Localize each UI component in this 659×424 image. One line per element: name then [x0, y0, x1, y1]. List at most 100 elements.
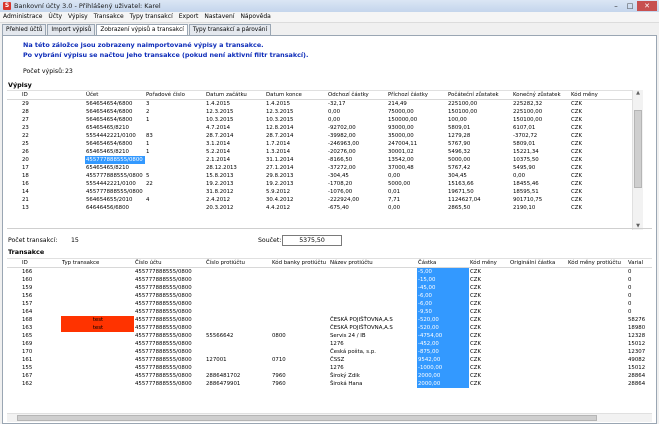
table-cell: 159: [22, 285, 33, 291]
table-cell: -520,00: [417, 316, 469, 324]
table-cell: 0,00: [328, 109, 341, 115]
column-header[interactable]: Částka: [417, 259, 469, 267]
table-row[interactable]: 169 455777888555/0800 1276 -452,00 CZK 15012: [7, 340, 652, 348]
table-cell: 564654655/2010: [86, 197, 133, 203]
table-cell: 37000,48: [388, 165, 414, 171]
column-header[interactable]: Kód měny: [469, 259, 509, 267]
column-header[interactable]: ID: [21, 91, 85, 99]
statements-scroll-thumb[interactable]: [634, 110, 642, 188]
maximize-icon[interactable]: □: [623, 1, 637, 11]
table-row[interactable]: 27 564654654/6800 1 10.3.2015 10.3.2015 0,00 1…: [7, 116, 632, 124]
table-row[interactable]: 164 455777888555/0800 -9,50 CZK 0: [7, 308, 652, 316]
menu-item-5[interactable]: Export: [176, 12, 202, 22]
table-row[interactable]: 29 564654654/6800 3 1.4.2015 1.4.2015 -32,17 2…: [7, 100, 632, 108]
table-row[interactable]: 26 65465465/8210 1 5.2.2014 1.3.2014 -20276,0…: [7, 148, 632, 156]
table-row[interactable]: 21 564654655/2010 4 2.4.2012 30.4.2012 -22292…: [7, 196, 632, 204]
table-row[interactable]: 160 455777888555/0800 -15,00 CZK 0: [7, 276, 652, 284]
table-row[interactable]: 16 5554442221/0100 22 19.2.2013 19.2.2013 -17…: [7, 180, 632, 188]
menu-item-6[interactable]: Nastavení: [201, 12, 237, 22]
statements-grid[interactable]: ID Účet Pořadové číslo Datum začátku Datum k…: [7, 90, 632, 231]
column-header[interactable]: Konečný zůstatek: [512, 91, 570, 99]
table-row[interactable]: 170 455777888555/0800 Česká pošta, s.p. -87…: [7, 348, 652, 356]
table-row[interactable]: 157 455777888555/0800 -6,00 CZK 0: [7, 300, 652, 308]
menu-item-0[interactable]: Administrace: [0, 12, 45, 22]
table-row[interactable]: 167 455777888555/0800 2886481702 7960 Široký…: [7, 372, 652, 380]
table-row[interactable]: 13 64646456/6800 20.3.2012 4.4.2012 -675,40 0…: [7, 204, 632, 212]
table-row[interactable]: 161 455777888555/0800 127001 0710 ČSSZ 9542,0…: [7, 356, 652, 364]
table-row[interactable]: 163 test 455777888555/0800 ČESKÁ POJIŠŤOVNA…: [7, 324, 652, 332]
table-row[interactable]: 166 455777888555/0800 -5,00 CZK 0: [7, 268, 652, 276]
table-cell: test: [61, 316, 134, 324]
column-header[interactable]: Kód měny: [570, 91, 630, 99]
table-cell: CZK: [571, 157, 582, 163]
column-header[interactable]: Originální částka: [509, 259, 567, 267]
table-cell: 168: [22, 317, 33, 323]
table-row[interactable]: 18 455777888555/0800 5 15.8.2013 29.8.2013 -3…: [7, 172, 632, 180]
menu-item-3[interactable]: Transakce: [91, 12, 127, 22]
column-header[interactable]: Varial: [627, 259, 652, 267]
table-cell: -37272,00: [328, 165, 356, 171]
table-row[interactable]: 162 455777888555/0800 2886479901 7960 Široká…: [7, 380, 652, 388]
close-icon[interactable]: ✕: [637, 1, 657, 11]
menu-item-2[interactable]: Výpisy: [65, 12, 91, 22]
sum-label: Součet:: [258, 237, 282, 244]
column-header[interactable]: Kód banky protiúčtu: [271, 259, 329, 267]
column-header[interactable]: Pořadové číslo: [145, 91, 205, 99]
column-header[interactable]: Kód měny protiúčtu: [567, 259, 627, 267]
column-header[interactable]: Číslo účtu: [134, 259, 205, 267]
scroll-up-icon[interactable]: ▲: [633, 90, 643, 97]
tab-0[interactable]: Přehled účtů: [2, 24, 47, 35]
table-cell: -15,00: [417, 276, 469, 284]
column-header[interactable]: Počáteční zůstatek: [447, 91, 512, 99]
table-row[interactable]: 22 5554442221/0100 83 28.7.2014 28.7.2014 -39…: [7, 132, 632, 140]
table-row[interactable]: 17 65465465/8210 28.12.2013 27.1.2014 -37272…: [7, 164, 632, 172]
column-header[interactable]: Číslo protiúčtu: [205, 259, 271, 267]
table-cell: [567, 348, 627, 356]
transactions-horizontal-scrollbar[interactable]: [7, 413, 652, 422]
table-row[interactable]: 159 455777888555/0800 -45,00 CZK 0: [7, 284, 652, 292]
table-cell: CZK: [470, 373, 481, 379]
table-cell: [509, 316, 567, 324]
table-cell: 15012: [628, 365, 646, 371]
transactions-scroll-thumb[interactable]: [17, 415, 597, 421]
table-cell: -32,17: [328, 101, 346, 107]
table-row[interactable]: 25 564654654/6800 1 3.1.2014 1.7.2014 -246963…: [7, 140, 632, 148]
transactions-grid[interactable]: ID Typ transakce Číslo účtu Číslo protiúčtu…: [7, 258, 652, 413]
statements-scrollbar[interactable]: ▲ ▼: [632, 90, 643, 230]
table-row[interactable]: 20 455777888555/0800 2.1.2014 31.1.2014 -816…: [7, 156, 632, 164]
table-row[interactable]: 23 65465465/8210 4.7.2014 12.8.2014 -92702,0…: [7, 124, 632, 132]
column-header[interactable]: Typ transakce: [61, 259, 134, 267]
column-header[interactable]: Účet: [85, 91, 145, 99]
table-cell: 214,49: [388, 101, 407, 107]
table-row[interactable]: 14 455777888555/0800 31.8.2012 5.9.2012 -107…: [7, 188, 632, 196]
table-cell: 30001,02: [388, 149, 414, 155]
column-header[interactable]: Odchozí částky: [327, 91, 387, 99]
column-header[interactable]: Datum začátku: [205, 91, 265, 99]
table-row[interactable]: 28 564654654/6800 2 12.3.2015 12.3.2015 0,00 7…: [7, 108, 632, 116]
column-header[interactable]: Název protiúčtu: [329, 259, 417, 267]
table-cell: [509, 268, 567, 276]
column-header[interactable]: Datum konce: [265, 91, 327, 99]
table-cell: 304,45: [448, 173, 467, 179]
sum-value-field[interactable]: 5375,50: [282, 235, 342, 246]
table-row[interactable]: 165 455777888555/0800 55566642 0800 Servis 2…: [7, 332, 652, 340]
tab-3[interactable]: Typy transakcí a párování: [188, 24, 272, 35]
menu-item-1[interactable]: Účty: [45, 12, 65, 22]
table-row[interactable]: 168 test 455777888555/0800 ČESKÁ POJIŠŤOVNA…: [7, 316, 652, 324]
table-cell: [145, 204, 205, 212]
table-row[interactable]: 155 455777888555/0800 1276 -1000,00 CZK 15012: [7, 364, 652, 372]
splitter[interactable]: [7, 228, 652, 229]
table-cell: 161: [22, 357, 33, 363]
column-header[interactable]: ID: [21, 259, 61, 267]
menu-item-7[interactable]: Nápověda: [237, 12, 273, 22]
column-header[interactable]: Příchozí částky: [387, 91, 447, 99]
statements-count-label: Počet výpisů:: [23, 68, 65, 75]
minimize-icon[interactable]: –: [609, 1, 623, 11]
tab-1[interactable]: Import výpisů: [47, 24, 96, 35]
table-cell: CZK: [470, 293, 481, 299]
table-cell: 455777888555/0800: [135, 325, 192, 331]
table-cell: [61, 284, 134, 292]
table-row[interactable]: 156 455777888555/0800 -6,00 CZK 0: [7, 292, 652, 300]
menu-item-4[interactable]: Typy transakcí: [127, 12, 176, 22]
table-cell: 160: [22, 277, 33, 283]
